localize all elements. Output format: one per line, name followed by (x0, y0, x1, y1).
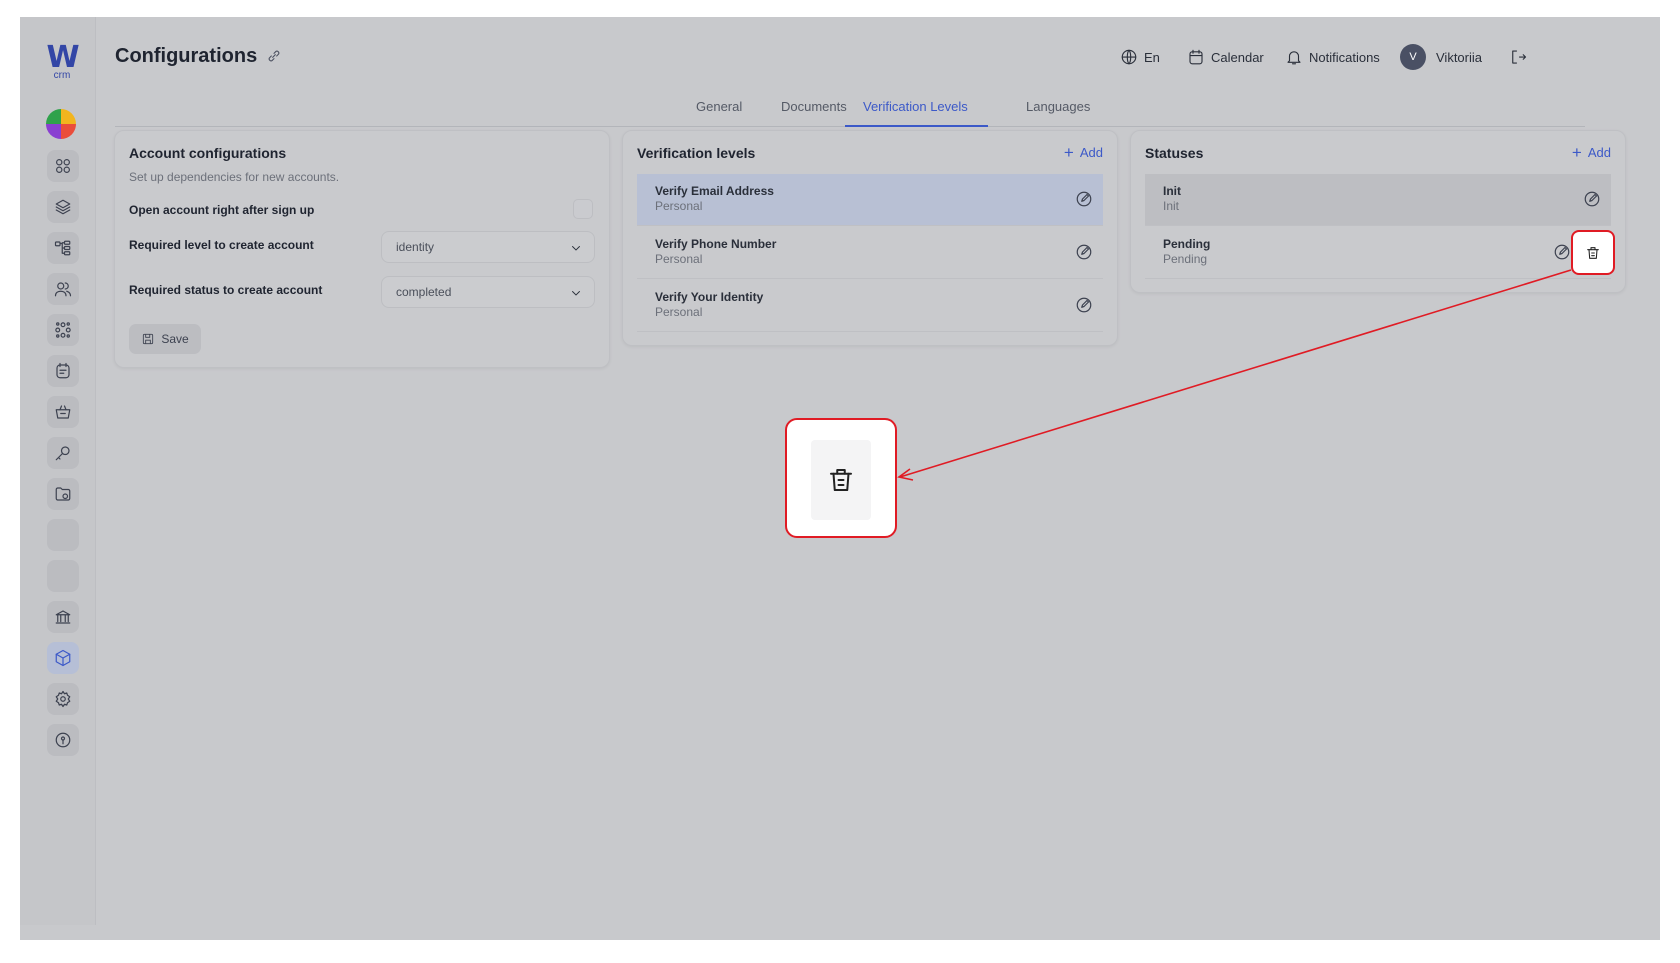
page-title: Configurations (115, 45, 258, 67)
item-type: Init (1163, 199, 1180, 213)
required-level-select[interactable]: identity (381, 231, 595, 263)
network-icon[interactable] (47, 314, 79, 346)
card-title: Verification levels (637, 145, 756, 161)
card-subtitle: Set up dependencies for new accounts. (129, 170, 340, 184)
blank-icon[interactable] (47, 560, 79, 592)
tab-documents[interactable]: Documents (781, 97, 847, 127)
required-status-select[interactable]: completed (381, 276, 595, 308)
tab-languages[interactable]: Languages (1026, 97, 1090, 127)
zoomed-delete-button (785, 418, 897, 538)
verification-levels-card: Verification levels + Add Verify Email A… (622, 130, 1118, 346)
key-icon[interactable] (47, 437, 79, 469)
app-logo[interactable]: W crm (42, 43, 82, 81)
open-account-checkbox[interactable] (573, 199, 593, 219)
list-item[interactable]: Init Init (1145, 174, 1611, 226)
link-icon[interactable] (266, 48, 282, 64)
tab-bar: General Documents Verification Levels La… (115, 93, 1585, 127)
tab-general[interactable]: General (696, 97, 742, 127)
add-label: Add (1079, 145, 1103, 160)
list-item[interactable]: Verify Your Identity Personal (637, 280, 1103, 332)
color-wheel-icon[interactable] (46, 109, 76, 139)
edit-icon[interactable] (1583, 190, 1601, 208)
blank-icon[interactable] (47, 519, 79, 551)
trash-icon (830, 469, 852, 491)
notifications-label: Notifications (1309, 49, 1380, 65)
open-account-label: Open account right after sign up (129, 203, 315, 217)
statuses-card: Statuses + Add Init Init Pending Pending (1130, 130, 1626, 293)
bank-icon[interactable] (47, 601, 79, 633)
chevron-down-icon (572, 291, 580, 296)
delete-button[interactable] (1571, 230, 1615, 275)
logout-button[interactable] (1509, 46, 1533, 68)
required-level-value: identity (396, 240, 435, 254)
zoomed-delete-icon-bg (811, 440, 871, 520)
users-icon[interactable] (47, 273, 79, 305)
add-verification-level-button[interactable]: + Add (1063, 142, 1103, 162)
add-status-button[interactable]: + Add (1571, 142, 1611, 162)
tab-verification-levels[interactable]: Verification Levels (845, 97, 988, 127)
item-type: Personal (655, 199, 703, 213)
edit-icon[interactable] (1075, 190, 1093, 208)
item-name: Verify Phone Number (655, 237, 777, 251)
card-title: Account configurations (129, 145, 287, 161)
notes-icon[interactable] (47, 355, 79, 387)
language-label: En (1144, 49, 1160, 65)
dashboard-icon[interactable] (47, 150, 79, 182)
plus-icon: + (1571, 142, 1582, 162)
logout-icon (1512, 50, 1527, 64)
user-menu[interactable]: V Viktoriia (1400, 44, 1483, 70)
edit-icon[interactable] (1553, 243, 1571, 261)
calendar-button[interactable]: Calendar (1187, 46, 1264, 68)
item-name: Verify Your Identity (655, 290, 764, 304)
add-label: Add (1587, 145, 1611, 160)
sidebar: W crm (20, 17, 96, 925)
card-title: Statuses (1145, 145, 1204, 161)
save-label: Save (161, 332, 189, 346)
logo-letter: W (46, 40, 79, 75)
notifications-button[interactable]: Notifications (1285, 46, 1380, 68)
save-button[interactable]: Save (129, 324, 201, 354)
globe-icon (1121, 49, 1137, 65)
edit-icon[interactable] (1075, 243, 1093, 261)
bell-icon (1287, 51, 1301, 65)
required-status-label: Required status to create account (129, 283, 323, 297)
basket-icon[interactable] (47, 396, 79, 428)
gear-icon[interactable] (47, 683, 79, 715)
edit-icon[interactable] (1075, 296, 1093, 314)
hierarchy-icon[interactable] (47, 232, 79, 264)
item-name: Pending (1163, 237, 1211, 251)
user-name: Viktoriia (1436, 49, 1483, 65)
account-configurations-card: Account configurations Set up dependenci… (114, 130, 610, 368)
cube-icon[interactable] (47, 642, 79, 674)
folder-icon[interactable] (47, 478, 79, 510)
calendar-icon (1189, 49, 1203, 65)
item-type: Pending (1163, 252, 1208, 266)
item-name: Init (1163, 184, 1181, 198)
language-selector[interactable]: En (1120, 46, 1160, 68)
layers-icon[interactable] (47, 191, 79, 223)
shield-icon[interactable] (47, 724, 79, 756)
avatar: V (1400, 44, 1426, 70)
trash-icon (1587, 246, 1599, 259)
calendar-label: Calendar (1211, 49, 1264, 65)
save-icon (143, 333, 154, 345)
required-status-value: completed (396, 285, 452, 299)
list-item[interactable]: Pending Pending (1145, 227, 1611, 279)
required-level-label: Required level to create account (129, 238, 314, 252)
chevron-down-icon (572, 246, 580, 251)
item-type: Personal (655, 305, 703, 319)
item-name: Verify Email Address (655, 184, 774, 198)
list-item[interactable]: Verify Phone Number Personal (637, 227, 1103, 279)
list-item[interactable]: Verify Email Address Personal (637, 174, 1103, 226)
item-type: Personal (655, 252, 703, 266)
plus-icon: + (1063, 142, 1074, 162)
